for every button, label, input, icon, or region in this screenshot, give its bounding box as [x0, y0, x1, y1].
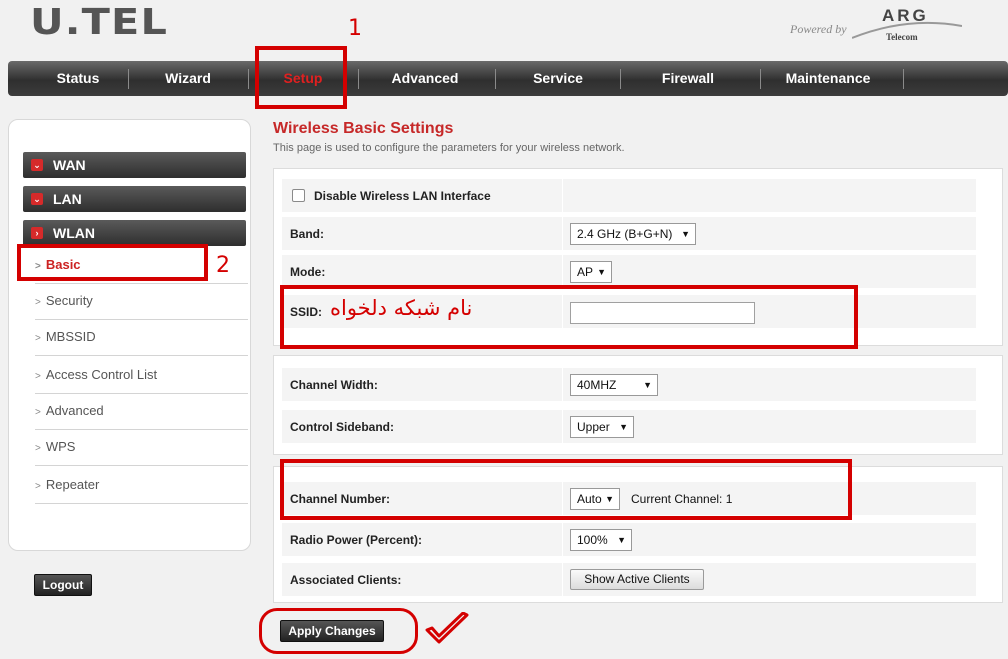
- mode-row: Mode: AP ▼: [282, 254, 976, 289]
- show-active-clients-button[interactable]: Show Active Clients: [570, 569, 704, 590]
- arrow-right-icon: >: [35, 297, 41, 308]
- band-label: Band:: [290, 227, 324, 241]
- control-sideband-row: Control Sideband: Upper ▼: [282, 409, 976, 444]
- radio-power-select[interactable]: 100% ▼: [570, 529, 632, 551]
- brand-name: ARG: [882, 6, 929, 25]
- associated-clients-row: Associated Clients: Show Active Clients: [282, 562, 976, 597]
- nav-status[interactable]: Status: [28, 61, 128, 96]
- disable-wlan-row: Disable Wireless LAN Interface: [282, 178, 976, 213]
- sidebar-item-mbssid[interactable]: > MBSSID: [35, 320, 248, 356]
- annotation-box-basic: [17, 244, 208, 281]
- channel-width-value: 40MHZ: [577, 378, 617, 392]
- page-title: Wireless Basic Settings: [273, 120, 454, 137]
- annotation-box-setup: [255, 46, 347, 109]
- channel-width-label: Channel Width:: [290, 378, 378, 392]
- nav-firewall[interactable]: Firewall: [633, 61, 743, 96]
- disable-wlan-checkbox[interactable]: [292, 189, 305, 202]
- logo-text: U.TEL: [30, 2, 168, 43]
- dropdown-arrow-icon: ▼: [617, 535, 626, 545]
- nav-service[interactable]: Service: [508, 61, 608, 96]
- section-label: WLAN: [53, 225, 95, 241]
- dropdown-arrow-icon: ▼: [619, 422, 628, 432]
- empty-cell: [562, 179, 976, 213]
- dropdown-arrow-icon: ▼: [643, 380, 652, 390]
- powered-by-text: Powered by: [790, 22, 847, 36]
- sidebar-item-access-control-list[interactable]: > Access Control List: [35, 358, 248, 394]
- control-sideband-label: Control Sideband:: [290, 420, 394, 434]
- sidebar-item-wps[interactable]: > WPS: [35, 430, 248, 466]
- arrow-right-icon: >: [35, 407, 41, 418]
- band-row: Band: 2.4 GHz (B+G+N) ▼: [282, 216, 976, 251]
- annotation-box-channel: [280, 459, 852, 520]
- sidebar-item-label: Repeater: [45, 477, 100, 492]
- sidebar-item-label: Advanced: [45, 403, 104, 418]
- nav-divider: [128, 69, 129, 89]
- arrow-right-icon: >: [35, 333, 41, 344]
- nav-advanced[interactable]: Advanced: [370, 61, 480, 96]
- logout-button[interactable]: Logout: [34, 574, 92, 596]
- sidebar-item-security[interactable]: > Security: [35, 284, 248, 320]
- nav-divider: [495, 69, 496, 89]
- section-label: WAN: [53, 157, 86, 173]
- sidebar-item-repeater[interactable]: > Repeater: [35, 468, 248, 504]
- annotation-number-1: 1: [348, 16, 362, 41]
- sidebar-section-lan[interactable]: ⌄ LAN: [23, 186, 246, 212]
- radio-power-label: Radio Power (Percent):: [290, 533, 423, 547]
- value-cell: Upper ▼: [562, 410, 976, 444]
- mode-select[interactable]: AP ▼: [570, 261, 612, 283]
- value-cell: AP ▼: [562, 255, 976, 289]
- associated-clients-label: Associated Clients:: [290, 573, 402, 587]
- brand-sub: Telecom: [886, 32, 918, 42]
- chevron-right-icon: ›: [31, 227, 43, 239]
- sidebar-item-label: MBSSID: [45, 329, 96, 344]
- channel-width-row: Channel Width: 40MHZ ▼: [282, 367, 976, 402]
- annotation-number-2: 2: [216, 253, 230, 278]
- nav-maintenance[interactable]: Maintenance: [768, 61, 888, 96]
- annotation-circle-apply: [259, 608, 418, 654]
- band-value: 2.4 GHz (B+G+N): [577, 227, 673, 241]
- dropdown-arrow-icon: ▼: [597, 267, 606, 277]
- utel-logo: U.TEL: [30, 2, 167, 50]
- sidebar-section-wan[interactable]: ⌄ WAN: [23, 152, 246, 178]
- band-select[interactable]: 2.4 GHz (B+G+N) ▼: [570, 223, 696, 245]
- page-description: This page is used to configure the param…: [273, 142, 625, 154]
- control-sideband-select[interactable]: Upper ▼: [570, 416, 634, 438]
- sidebar-item-label: Access Control List: [45, 367, 158, 382]
- sidebar: ⌄ WAN ⌄ LAN › WLAN > Basic > Security > MBS…: [8, 119, 251, 551]
- top-navbar: Status Wizard Setup Advanced Service Fir…: [8, 61, 1008, 96]
- nav-divider: [358, 69, 359, 89]
- value-cell: 40MHZ ▼: [562, 368, 976, 402]
- control-sideband-value: Upper: [577, 420, 610, 434]
- nav-divider: [620, 69, 621, 89]
- nav-divider: [760, 69, 761, 89]
- sidebar-item-advanced[interactable]: > Advanced: [35, 394, 248, 430]
- nav-divider: [248, 69, 249, 89]
- channel-width-select[interactable]: 40MHZ ▼: [570, 374, 658, 396]
- arg-telecom-logo: Powered by ARG Telecom: [780, 6, 970, 50]
- arrow-right-icon: >: [35, 443, 41, 454]
- chevron-down-icon: ⌄: [31, 159, 43, 171]
- section-label: LAN: [53, 191, 82, 207]
- radio-power-row: Radio Power (Percent): 100% ▼: [282, 522, 976, 557]
- radio-power-value: 100%: [577, 533, 608, 547]
- checkmark-icon: [425, 612, 469, 644]
- sidebar-section-wlan[interactable]: › WLAN: [23, 220, 246, 246]
- channel-width-panel: Channel Width: 40MHZ ▼ Control Sideband: …: [273, 355, 1003, 455]
- mode-label: Mode:: [290, 265, 326, 279]
- sidebar-item-label: Security: [45, 293, 93, 308]
- sidebar-item-label: WPS: [45, 439, 76, 454]
- nav-wizard[interactable]: Wizard: [133, 61, 243, 96]
- chevron-down-icon: ⌄: [31, 193, 43, 205]
- value-cell: 2.4 GHz (B+G+N) ▼: [562, 217, 976, 251]
- value-cell: 100% ▼: [562, 523, 976, 557]
- arrow-right-icon: >: [35, 371, 41, 382]
- annotation-ssid-text: نام شبکه دلخواه: [330, 296, 473, 320]
- mode-value: AP: [577, 265, 594, 279]
- dropdown-arrow-icon: ▼: [681, 229, 690, 239]
- arrow-right-icon: >: [35, 481, 41, 492]
- nav-divider: [903, 69, 904, 89]
- value-cell: Show Active Clients: [562, 563, 976, 597]
- disable-wlan-label: Disable Wireless LAN Interface: [314, 189, 491, 203]
